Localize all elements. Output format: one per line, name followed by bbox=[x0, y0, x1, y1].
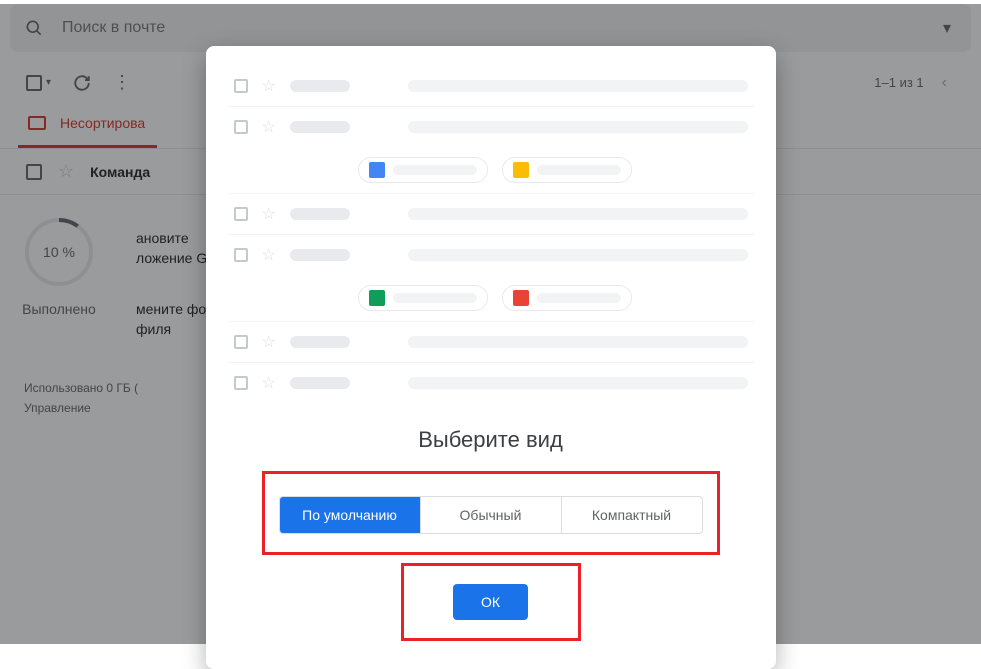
density-option-comfortable[interactable]: Обычный bbox=[421, 497, 562, 533]
density-options-highlight: По умолчанию Обычный Компактный bbox=[262, 471, 720, 555]
preview-row: ☆ bbox=[228, 363, 754, 403]
density-preview: ☆ ☆ bbox=[228, 66, 754, 403]
attachment-chip-docs bbox=[358, 157, 488, 183]
star-icon: ☆ bbox=[262, 204, 276, 224]
preview-row: ☆ bbox=[228, 107, 754, 147]
modal-title: Выберите вид bbox=[206, 427, 776, 453]
star-icon: ☆ bbox=[262, 117, 276, 137]
star-icon: ☆ bbox=[262, 245, 276, 265]
star-icon: ☆ bbox=[262, 332, 276, 352]
attachment-chip-image bbox=[502, 285, 632, 311]
attachment-chip-slides bbox=[502, 157, 632, 183]
checkbox-icon bbox=[234, 335, 248, 349]
checkbox-icon bbox=[234, 376, 248, 390]
checkbox-icon bbox=[234, 79, 248, 93]
preview-row: ☆ bbox=[228, 322, 754, 363]
checkbox-icon bbox=[234, 120, 248, 134]
ok-button-highlight: ОК bbox=[401, 563, 581, 641]
slides-icon bbox=[513, 162, 529, 178]
density-segmented-control: По умолчанию Обычный Компактный bbox=[279, 496, 703, 534]
star-icon: ☆ bbox=[262, 373, 276, 393]
preview-row: ☆ bbox=[228, 194, 754, 235]
modal-overlay: ☆ ☆ bbox=[0, 4, 981, 644]
density-option-default[interactable]: По умолчанию bbox=[280, 497, 421, 533]
preview-row: ☆ bbox=[228, 66, 754, 107]
density-modal: ☆ ☆ bbox=[206, 46, 776, 669]
docs-icon bbox=[369, 162, 385, 178]
density-option-compact[interactable]: Компактный bbox=[562, 497, 702, 533]
attachment-chip-sheets bbox=[358, 285, 488, 311]
image-icon bbox=[513, 290, 529, 306]
preview-row: ☆ bbox=[228, 235, 754, 275]
checkbox-icon bbox=[234, 248, 248, 262]
star-icon: ☆ bbox=[262, 76, 276, 96]
sheets-icon bbox=[369, 290, 385, 306]
checkbox-icon bbox=[234, 207, 248, 221]
ok-button[interactable]: ОК bbox=[453, 584, 528, 620]
